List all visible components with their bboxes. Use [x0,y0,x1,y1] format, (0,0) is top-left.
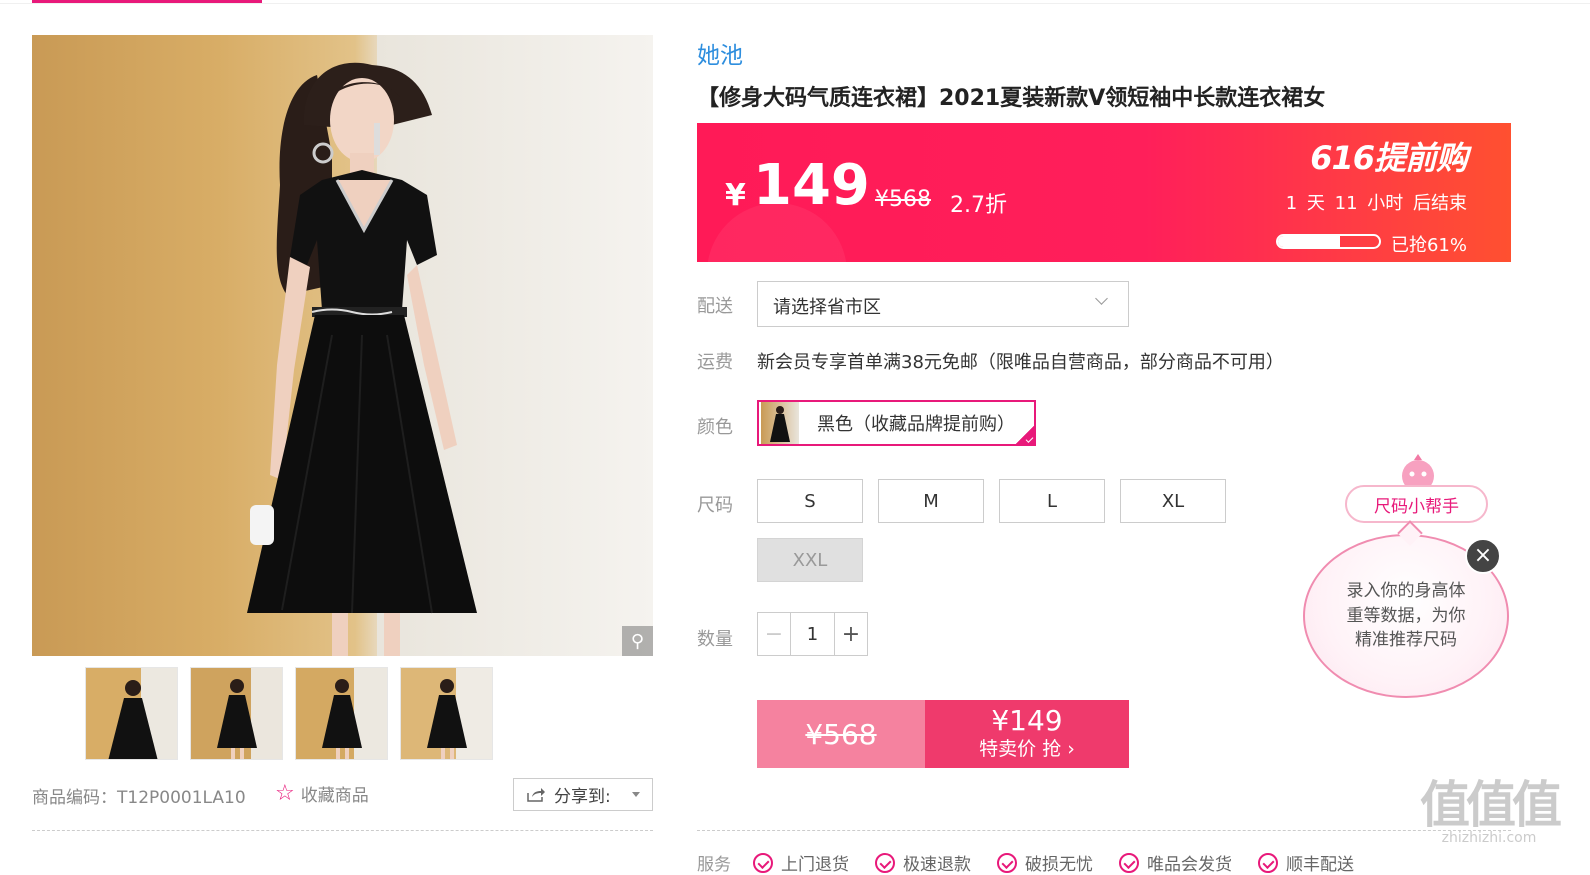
check-circle-icon [997,852,1017,873]
buy-original-price: ¥568 [757,700,925,768]
check-circle-icon [1119,852,1139,873]
quantity-stepper: − 1 + [757,612,868,656]
check-circle-icon [753,852,773,873]
product-title: 【修身大码气质连衣裙】2021夏装新款V领短袖中长款连衣裙女 [697,86,1326,111]
discount-rate: 2.7折 [950,193,1007,218]
sale-price: 149 [753,153,870,218]
color-swatch-image [761,402,799,444]
service-item: 上门退货 [753,850,849,875]
service-list: 服务 上门退货 极速退款 破损无忧 唯品会发货 顺丰配送 [697,850,1380,875]
gallery-meta-row: 商品编码：T12P0001LA10 ☆ 收藏商品 分享到: [32,778,653,811]
thumbnail-list [85,667,493,760]
size-option-l[interactable]: L [999,479,1105,523]
sold-progress-bar [1276,234,1381,249]
color-label: 颜色 [697,417,733,438]
close-icon[interactable]: × [1465,538,1501,574]
buy-sale-price: ¥149 [991,704,1063,738]
shipping-label: 运费 [697,352,733,373]
chevron-down-icon [632,792,640,797]
selected-check-icon [1014,424,1036,446]
chevron-down-icon [1095,292,1108,305]
favorite-label: 收藏商品 [300,786,369,806]
share-dropdown[interactable]: 分享到: [513,778,653,811]
thumbnail-4[interactable] [400,667,493,760]
quantity-input[interactable]: 1 [791,613,834,655]
site-watermark: 值值值 zhizhizhi.com [1420,776,1562,846]
service-item: 破损无忧 [997,850,1093,875]
share-icon [527,787,545,802]
thumbnail-1[interactable] [85,667,178,760]
countdown-timer: 1 天 11 小时 后结束 [1285,193,1467,214]
zoom-icon[interactable]: ⚲ [622,626,653,656]
check-circle-icon [1258,852,1278,873]
promo-title: 616提前购 [1310,139,1468,177]
sku-code: 商品编码：T12P0001LA10 [32,788,246,808]
size-label: 尺码 [697,495,733,516]
service-item: 极速退款 [875,850,971,875]
color-option-black[interactable]: 黑色（收藏品牌提前购） [757,400,1036,446]
size-option-xl[interactable]: XL [1120,479,1226,523]
buy-action-label: 特卖价 抢 › [979,738,1075,761]
service-item: 顺丰配送 [1258,850,1354,875]
color-option-label: 黑色（收藏品牌提前购） [817,414,1015,435]
favorite-button[interactable]: ☆ 收藏商品 [275,781,369,806]
divider [32,830,653,831]
buy-button[interactable]: ¥568 ¥149 特卖价 抢 › [757,700,1129,768]
shipping-info: 新会员专享首单满38元免邮（限唯品自营商品，部分商品不可用） [757,352,1284,373]
quantity-minus-button[interactable]: − [758,613,791,655]
size-helper-text: 录入你的身高体重等数据，为你精准推荐尺码 [1346,581,1466,651]
size-option-m[interactable]: M [878,479,984,523]
thumbnail-3[interactable] [295,667,388,760]
service-item: 唯品会发货 [1119,850,1232,875]
currency-symbol: ¥ [725,178,746,213]
main-product-image[interactable] [32,35,653,656]
thumbnail-2[interactable] [190,667,283,760]
delivery-label: 配送 [697,296,733,317]
model-figure [247,62,477,656]
buy-now-area[interactable]: ¥149 特卖价 抢 › [925,700,1129,768]
sold-percent: 已抢61% [1390,235,1467,256]
quantity-plus-button[interactable]: + [834,613,867,655]
share-label: 分享到: [554,787,611,807]
quantity-label: 数量 [697,629,733,650]
brand-link[interactable]: 她池 [697,36,743,70]
check-circle-icon [875,852,895,873]
region-select-value: 请选择省市区 [773,297,881,318]
region-select[interactable]: 请选择省市区 [757,281,1129,327]
price-banner: ¥ 149 ¥568 2.7折 616提前购 1 天 11 小时 后结束 已抢6… [697,123,1511,262]
original-price: ¥568 [875,187,931,212]
size-option-s[interactable]: S [757,479,863,523]
top-divider [0,3,1590,4]
size-helper-button[interactable]: 尺码小帮手 [1345,485,1488,523]
star-icon: ☆ [275,780,295,806]
size-option-xxl: XXL [757,538,863,582]
divider [697,830,1511,831]
services-label: 服务 [697,855,731,875]
